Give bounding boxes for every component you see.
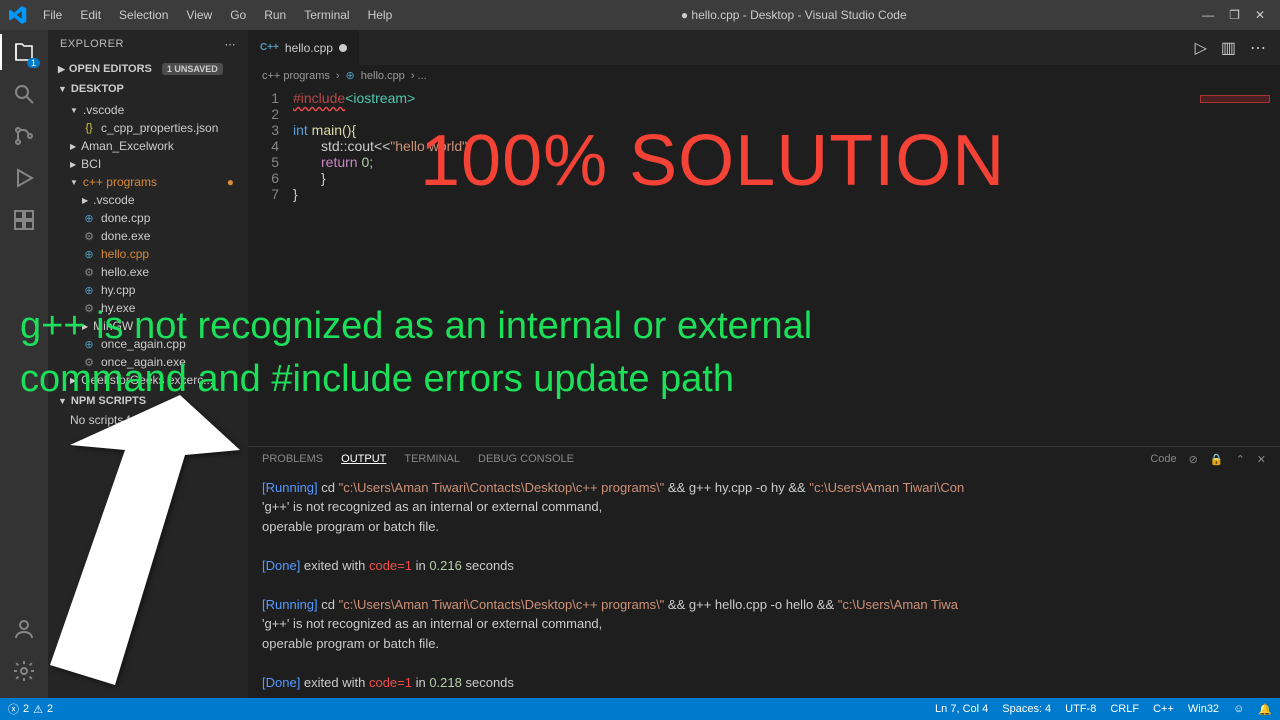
breadcrumb[interactable]: c++ programs › ⊕ hello.cpp › ... — [248, 65, 1280, 86]
tree-item[interactable]: ▶Aman_Excelwork — [48, 137, 248, 155]
status-cursor[interactable]: Ln 7, Col 4 — [935, 703, 988, 716]
arrow-annotation-icon — [30, 395, 240, 690]
open-editors-section[interactable]: ▶OPEN EDITORS1 UNSAVED — [48, 59, 248, 79]
run-icon[interactable]: ▷ — [1195, 38, 1207, 58]
cpp-file-icon: C++ — [260, 42, 279, 53]
folder-root[interactable]: ▼DESKTOP — [48, 79, 248, 99]
tree-item[interactable]: ▶.vscode — [48, 191, 248, 209]
tree-item[interactable]: ▼.vscode — [48, 101, 248, 119]
search-icon[interactable] — [12, 82, 36, 106]
tree-item[interactable]: ⊕hy.cpp — [48, 281, 248, 299]
status-errors[interactable]: ⓧ 2 ⚠ 2 — [8, 701, 53, 717]
status-bar: ⓧ 2 ⚠ 2 Ln 7, Col 4 Spaces: 4 UTF-8 CRLF… — [0, 698, 1280, 720]
tab-label: hello.cpp — [285, 41, 333, 55]
tree-item[interactable]: {}c_cpp_properties.json — [48, 119, 248, 137]
panel-tab-output[interactable]: OUTPUT — [341, 453, 386, 465]
close-panel-icon[interactable]: ✕ — [1257, 453, 1266, 466]
modified-dot-icon — [339, 44, 347, 52]
explorer-title: EXPLORER — [60, 38, 124, 51]
clear-icon[interactable]: ⊘ — [1189, 453, 1198, 466]
tree-item[interactable]: ▶BCI — [48, 155, 248, 173]
menu-file[interactable]: File — [35, 4, 70, 26]
close-icon[interactable]: ✕ — [1255, 8, 1265, 22]
vscode-logo-icon — [0, 6, 35, 24]
more-icon[interactable]: ⋯ — [225, 38, 237, 51]
status-eol[interactable]: CRLF — [1110, 703, 1139, 716]
menu-view[interactable]: View — [178, 4, 220, 26]
explorer-icon[interactable]: 1 — [12, 40, 36, 64]
more-actions-icon[interactable]: ⋯ — [1250, 38, 1266, 58]
panel-tab-debug[interactable]: DEBUG CONSOLE — [478, 453, 574, 465]
menu-edit[interactable]: Edit — [72, 4, 109, 26]
menubar: File Edit Selection View Go Run Terminal… — [35, 4, 400, 26]
menu-selection[interactable]: Selection — [111, 4, 176, 26]
output-selector[interactable]: Code — [1150, 453, 1176, 465]
minimize-icon[interactable]: — — [1202, 8, 1214, 22]
titlebar: File Edit Selection View Go Run Terminal… — [0, 0, 1280, 30]
extensions-icon[interactable] — [12, 208, 36, 232]
split-editor-icon[interactable]: ▥ — [1221, 38, 1236, 58]
tab-bar: C++ hello.cpp ▷ ▥ ⋯ — [248, 30, 1280, 65]
tree-item[interactable]: ⊕hello.cpp — [48, 245, 248, 263]
tree-item[interactable]: ⚙hello.exe — [48, 263, 248, 281]
maximize-icon[interactable]: ❐ — [1229, 8, 1240, 22]
panel-tab-problems[interactable]: PROBLEMS — [262, 453, 323, 465]
tab-hello-cpp[interactable]: C++ hello.cpp — [248, 30, 360, 65]
minimap[interactable] — [1200, 95, 1270, 103]
status-language[interactable]: C++ — [1153, 703, 1174, 716]
tree-item[interactable]: ⚙done.exe — [48, 227, 248, 245]
status-os[interactable]: Win32 — [1188, 703, 1219, 716]
run-debug-icon[interactable] — [12, 166, 36, 190]
tree-item[interactable]: ⊕done.cpp — [48, 209, 248, 227]
bottom-panel: PROBLEMS OUTPUT TERMINAL DEBUG CONSOLE C… — [248, 446, 1280, 699]
status-encoding[interactable]: UTF-8 — [1065, 703, 1096, 716]
overlay-title: 100% SOLUTION — [420, 120, 1005, 202]
window-controls: — ❐ ✕ — [1187, 8, 1280, 22]
overlay-subtitle: g++ is not recognized as an internal or … — [20, 300, 1260, 406]
window-title: ● hello.cpp - Desktop - Visual Studio Co… — [400, 8, 1187, 22]
lock-icon[interactable]: 🔒 — [1210, 453, 1224, 466]
status-feedback-icon[interactable]: ☺ — [1233, 703, 1244, 716]
expand-icon[interactable]: ⌃ — [1236, 453, 1245, 466]
status-bell-icon[interactable]: 🔔 — [1258, 703, 1272, 716]
menu-help[interactable]: Help — [360, 4, 401, 26]
terminal-output[interactable]: [Running] cd "c:\Users\Aman Tiwari\Conta… — [248, 472, 1280, 699]
panel-tab-terminal[interactable]: TERMINAL — [404, 453, 460, 465]
menu-go[interactable]: Go — [222, 4, 254, 26]
menu-run[interactable]: Run — [256, 4, 294, 26]
menu-terminal[interactable]: Terminal — [296, 4, 357, 26]
source-control-icon[interactable] — [12, 124, 36, 148]
tree-item[interactable]: ▼c++ programs● — [48, 173, 248, 191]
status-spaces[interactable]: Spaces: 4 — [1002, 703, 1051, 716]
